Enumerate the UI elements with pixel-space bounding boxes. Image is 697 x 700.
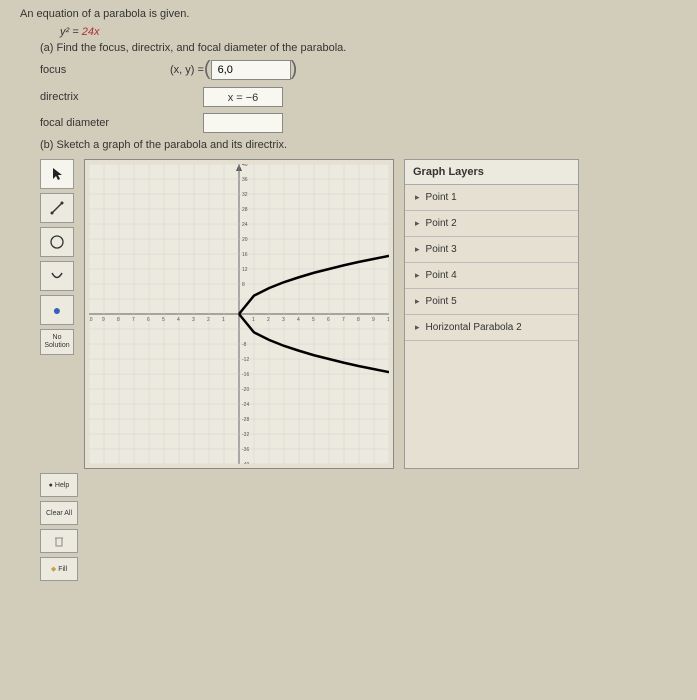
directrix-label: directrix [40, 91, 120, 103]
svg-text:-32: -32 [242, 432, 249, 438]
part-b-text: (b) Sketch a graph of the parabola and i… [20, 139, 677, 151]
svg-text:7: 7 [132, 317, 135, 323]
svg-text:24: 24 [242, 222, 248, 228]
layer-item[interactable]: Point 1 [405, 185, 578, 211]
trash-button[interactable] [40, 529, 78, 553]
svg-text:1: 1 [222, 317, 225, 323]
svg-text:16: 16 [242, 252, 248, 258]
point-tool[interactable]: ● [40, 295, 74, 325]
layer-item[interactable]: Point 4 [405, 263, 578, 289]
layer-item[interactable]: Point 2 [405, 211, 578, 237]
svg-text:8: 8 [357, 317, 360, 323]
eraser-tool[interactable] [40, 261, 74, 291]
line-tool[interactable] [40, 193, 74, 223]
no-solution-button[interactable]: NoSolution [40, 329, 74, 355]
svg-text:9: 9 [102, 317, 105, 323]
svg-text:-20: -20 [242, 387, 249, 393]
svg-text:6: 6 [147, 317, 150, 323]
svg-text:-28: -28 [242, 417, 249, 423]
svg-text:1: 1 [252, 317, 255, 323]
coordinate-grid: grid -40-36-32-28-24-20-16-12-8812162024… [89, 164, 389, 464]
svg-text:-36: -36 [242, 447, 249, 453]
svg-text:8: 8 [242, 282, 245, 288]
svg-text:-8: -8 [242, 342, 247, 348]
svg-text:-24: -24 [242, 402, 249, 408]
svg-text:10: 10 [89, 317, 93, 323]
svg-text:2: 2 [207, 317, 210, 323]
svg-text:6: 6 [327, 317, 330, 323]
pointer-tool[interactable] [40, 159, 74, 189]
svg-text:-16: -16 [242, 372, 249, 378]
clear-all-button[interactable]: Clear All [40, 501, 78, 525]
fd-label: focal diameter [40, 117, 120, 129]
svg-text:-12: -12 [242, 357, 249, 363]
graph-container: grid -40-36-32-28-24-20-16-12-8812162024… [84, 159, 394, 469]
close-paren: ) [291, 58, 298, 81]
svg-text:-40: -40 [242, 462, 249, 464]
svg-text:8: 8 [117, 317, 120, 323]
eq-lhs: y² = [60, 26, 82, 38]
focal-diameter-input[interactable] [203, 113, 283, 133]
svg-text:40: 40 [242, 164, 248, 168]
svg-text:4: 4 [297, 317, 300, 323]
focus-label: focus [40, 64, 120, 76]
svg-text:5: 5 [312, 317, 315, 323]
fill-button[interactable]: ◆Fill [40, 557, 78, 581]
svg-text:9: 9 [372, 317, 375, 323]
focus-expr: (x, y) = [170, 64, 204, 76]
layers-header: Graph Layers [405, 160, 578, 185]
svg-text:36: 36 [242, 177, 248, 183]
graph-canvas[interactable]: grid -40-36-32-28-24-20-16-12-8812162024… [89, 164, 389, 464]
svg-text:32: 32 [242, 192, 248, 198]
svg-text:5: 5 [162, 317, 165, 323]
svg-text:12: 12 [242, 267, 248, 273]
svg-text:28: 28 [242, 207, 248, 213]
svg-text:2: 2 [267, 317, 270, 323]
equation: y² = 24x [20, 26, 677, 38]
problem-intro: An equation of a parabola is given. [20, 8, 677, 20]
layer-item[interactable]: Horizontal Parabola 2 [405, 315, 578, 341]
svg-text:7: 7 [342, 317, 345, 323]
svg-text:3: 3 [192, 317, 195, 323]
help-button[interactable]: ● Help [40, 473, 78, 497]
svg-text:4: 4 [177, 317, 180, 323]
circle-tool[interactable] [40, 227, 74, 257]
svg-text:3: 3 [282, 317, 285, 323]
focus-input[interactable] [211, 60, 291, 80]
svg-text:10: 10 [387, 317, 389, 323]
layer-item[interactable]: Point 5 [405, 289, 578, 315]
open-paren: ( [204, 58, 211, 81]
part-a-text: (a) Find the focus, directrix, and focal… [20, 42, 677, 54]
eq-rhs: 24x [82, 26, 100, 38]
layer-item[interactable]: Point 3 [405, 237, 578, 263]
svg-text:20: 20 [242, 237, 248, 243]
directrix-input[interactable]: x = −6 [203, 87, 283, 107]
graph-layers-panel: Graph Layers Point 1 Point 2 Point 3 Poi… [404, 159, 579, 469]
graph-toolbar: ● NoSolution [40, 159, 74, 469]
